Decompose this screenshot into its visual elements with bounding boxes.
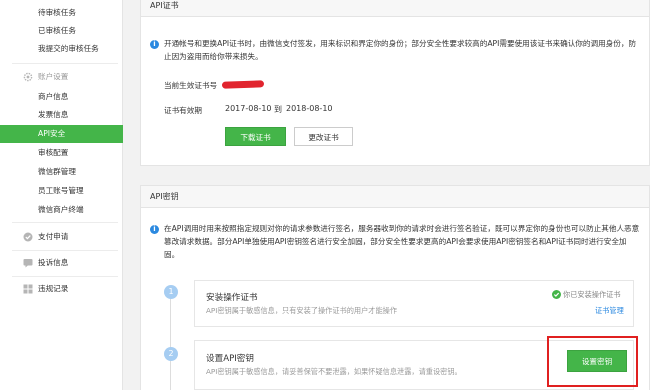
change-cert-button[interactable]: 更改证书 xyxy=(294,127,353,146)
sidebar-divider xyxy=(12,222,118,223)
download-cert-button[interactable]: 下载证书 xyxy=(225,127,286,146)
message-icon xyxy=(23,259,33,268)
step-number: 2 xyxy=(164,347,178,361)
grid-icon xyxy=(23,284,33,294)
panel-title: API密钥 xyxy=(141,186,649,208)
sidebar-item-invoice-info[interactable]: 发票信息 xyxy=(0,106,123,124)
step-description: API密钥属于敏感信息，请妥善保管不要泄露，如果怀疑信息泄露，请重设密钥。 xyxy=(206,367,462,376)
check-circle-icon xyxy=(23,232,33,242)
info-icon: i xyxy=(150,40,159,49)
step-install-cert xyxy=(194,280,634,327)
sidebar-item-merchant-terminal[interactable]: 微信商户终端 xyxy=(0,201,123,219)
redacted-cert-number xyxy=(221,80,265,89)
info-icon: i xyxy=(150,225,159,234)
step-timeline xyxy=(170,290,171,390)
current-cert-label: 当前生效证书号 xyxy=(164,81,218,90)
highlight-box xyxy=(547,336,638,387)
sidebar-group-label: 账户设置 xyxy=(38,72,69,81)
sidebar-divider xyxy=(12,276,118,277)
sidebar-group-label: 投诉信息 xyxy=(38,258,69,267)
sidebar-item-pending-tasks[interactable]: 待审核任务 xyxy=(0,4,123,22)
sidebar-group-complaints[interactable]: 投诉信息 xyxy=(0,254,123,272)
gear-icon xyxy=(23,72,33,82)
sidebar-group-violations[interactable]: 违规记录 xyxy=(0,280,123,298)
panel-title: API证书 xyxy=(141,0,649,17)
sidebar-divider xyxy=(12,63,118,64)
cert-management-link[interactable]: 证书管理 xyxy=(595,306,624,316)
cert-installed-status: 你已安装操作证书 xyxy=(563,290,621,299)
sidebar: 待审核任务 已审核任务 我提交的审核任务 账户设置 商户信息 发票信息 API安… xyxy=(0,0,123,390)
api-key-notice: 在API调用时用来按照指定规则对你的请求参数进行签名，服务器收到你的请求时会进行… xyxy=(164,224,640,259)
sidebar-item-reviewed-tasks[interactable]: 已审核任务 xyxy=(0,22,123,40)
sidebar-group-label: 支付申请 xyxy=(38,232,69,241)
sidebar-group-label: 违规记录 xyxy=(38,284,69,293)
step-description: API密钥属于敏感信息，只有安装了操作证书的用户才能操作 xyxy=(206,306,398,315)
step-title: 安装操作证书 xyxy=(206,293,258,303)
validity-end: 2018-08-10 xyxy=(286,104,333,113)
check-icon xyxy=(552,290,561,299)
sidebar-item-merchant-info[interactable]: 商户信息 xyxy=(0,88,123,106)
sidebar-item-wechat-group[interactable]: 微信群管理 xyxy=(0,163,123,181)
step-number: 1 xyxy=(164,285,178,299)
sidebar-group-account-settings[interactable]: 账户设置 xyxy=(0,68,123,86)
sidebar-item-staff-accounts[interactable]: 员工账号管理 xyxy=(0,182,123,200)
api-cert-notice: 开通帐号和更换API证书时，由微信支付签发，用来标识和界定你的身份；部分安全性要… xyxy=(164,39,637,61)
validity-start: 2017-08-10 xyxy=(225,104,272,113)
validity-to: 到 xyxy=(274,105,282,114)
step-title: 设置API密钥 xyxy=(206,354,254,364)
sidebar-item-review-config[interactable]: 审核配置 xyxy=(0,144,123,162)
sidebar-divider xyxy=(12,250,118,251)
sidebar-item-api-security[interactable]: API安全 xyxy=(0,125,123,143)
sidebar-group-payment-application[interactable]: 支付申请 xyxy=(0,228,123,246)
validity-label: 证书有效期 xyxy=(164,106,202,115)
sidebar-item-my-submitted-tasks[interactable]: 我提交的审核任务 xyxy=(0,40,123,58)
